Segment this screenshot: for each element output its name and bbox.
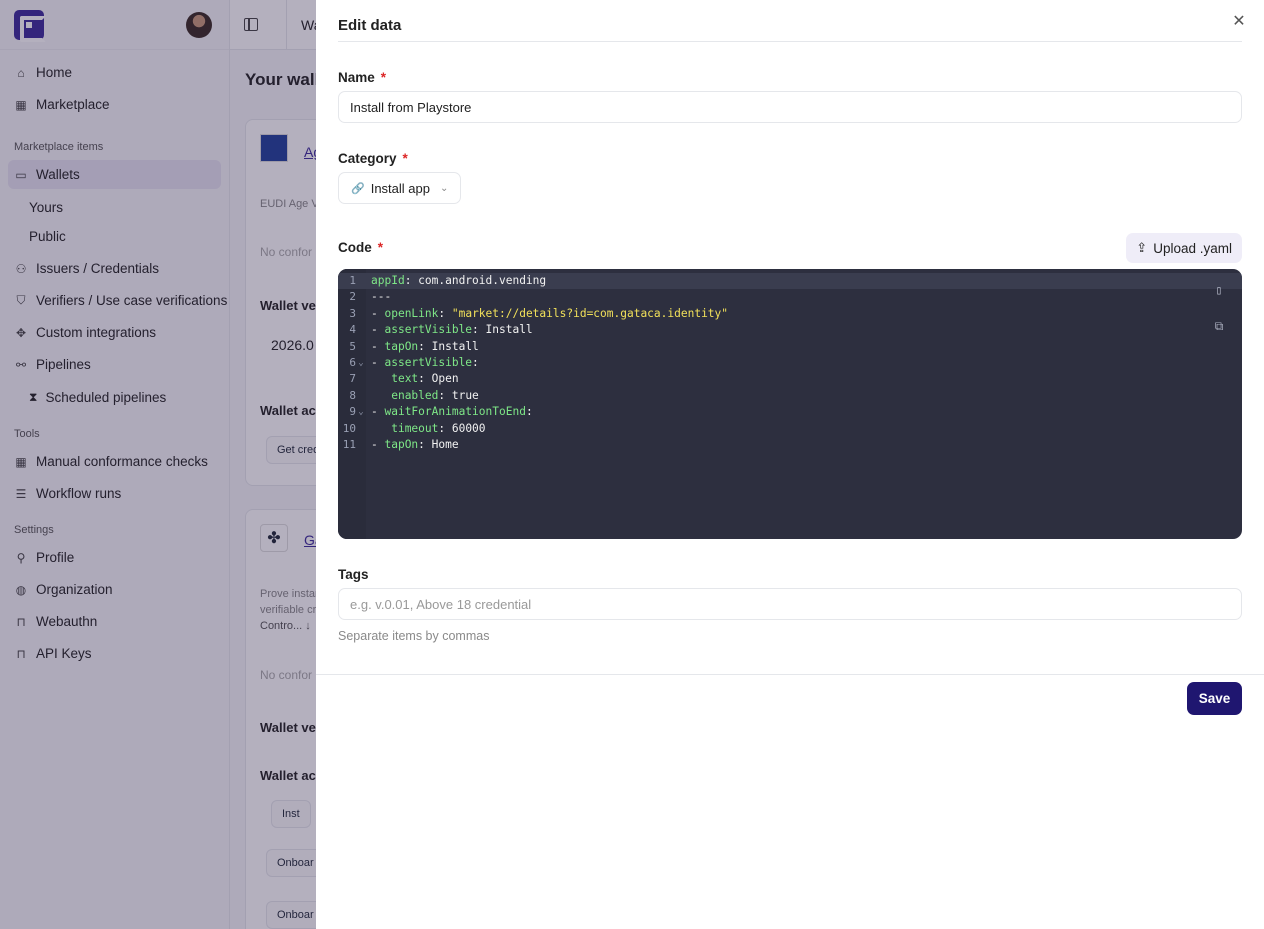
fold-chevron-icon[interactable]: ⌄ [356, 355, 366, 371]
code-text: timeout: 60000 [391, 421, 486, 435]
code-line: 1 appId: com.android.vending [338, 273, 1242, 290]
upload-icon: ⇪ [1136, 240, 1148, 255]
code-text: - tapOn: Install [371, 339, 479, 353]
field-label: Name [338, 70, 375, 85]
drawer-title: Edit data [338, 17, 402, 34]
fold-gutter [356, 306, 366, 322]
link-icon: 🔗 [351, 182, 365, 195]
fold-gutter [356, 322, 366, 338]
line-number: 3 [349, 306, 356, 320]
category-value: Install app [370, 180, 430, 196]
required-marker: * [380, 70, 387, 85]
fold-gutter [356, 273, 366, 289]
code-line: 8 enabled: true [338, 388, 1242, 404]
edit-data-drawer: Edit data ✕ Name * Category * 🔗 Install ap… [316, 0, 1264, 929]
code-editor[interactable]: 1 appId: com.android.vending 2 --- 3 - open… [338, 269, 1242, 539]
line-number: 10 [342, 421, 356, 435]
fold-gutter [356, 421, 366, 437]
category-label: Category * [338, 151, 408, 166]
code-text: - openLink: "market://details?id=com.gat… [371, 306, 729, 320]
line-number: 5 [349, 339, 356, 353]
line-number: 8 [349, 388, 356, 402]
code-line: 2 --- [338, 289, 1242, 305]
chevron-down-icon: ⌄ [439, 182, 449, 194]
code-label: Code * [338, 240, 383, 255]
line-number: 1 [349, 274, 356, 287]
code-line: 11 - tapOn: Home [338, 437, 1242, 453]
name-label: Name * [338, 70, 386, 85]
fold-gutter [356, 371, 366, 387]
line-number: 2 [349, 290, 356, 304]
modal-backdrop[interactable] [0, 0, 316, 929]
line-number: 6 [349, 356, 356, 369]
code-text: enabled: true [391, 388, 479, 402]
fold-gutter [356, 289, 366, 305]
upload-yaml-button[interactable]: ⇪ Upload .yaml [1126, 233, 1242, 263]
code-text: appId: com.android.vending [371, 274, 547, 287]
code-text: - assertVisible: [371, 356, 479, 369]
fold-gutter [356, 339, 366, 355]
divider [316, 674, 1264, 675]
required-marker: * [377, 240, 384, 255]
close-icon[interactable]: ✕ [1230, 12, 1248, 30]
fold-gutter [356, 388, 366, 404]
code-line: 5 - tapOn: Install [338, 339, 1242, 355]
clipboard-icon[interactable]: ▯ [1212, 283, 1226, 297]
tags-input[interactable] [338, 588, 1242, 620]
required-marker: * [402, 151, 408, 166]
tags-hint: Separate items by commas [338, 629, 490, 643]
category-select[interactable]: 🔗 Install app ⌄ [338, 172, 462, 204]
copy-icon[interactable]: ⧉ [1212, 319, 1226, 333]
divider [338, 41, 1242, 42]
line-number: 7 [349, 372, 356, 386]
code-line: 7 text: Open [338, 371, 1242, 387]
save-button[interactable]: Save [1187, 682, 1242, 715]
line-number: 11 [342, 438, 356, 451]
code-text: --- [371, 290, 392, 304]
tags-label: Tags [338, 567, 369, 582]
line-number: 4 [349, 323, 356, 337]
code-line: 9 ⌄ - waitForAnimationToEnd: [338, 404, 1242, 420]
code-line: 3 - openLink: "market://details?id=com.ga… [338, 306, 1242, 322]
upload-label: Upload .yaml [1153, 240, 1232, 256]
code-text: text: Open [391, 372, 459, 386]
name-input[interactable] [338, 91, 1242, 123]
code-line: 6 ⌄ - assertVisible: [338, 355, 1242, 371]
fold-chevron-icon[interactable]: ⌄ [356, 404, 366, 420]
field-label: Code [338, 240, 372, 255]
code-text: - assertVisible: Install [371, 323, 533, 337]
line-number: 9 [349, 405, 356, 419]
code-text: - tapOn: Home [371, 438, 459, 451]
field-label: Category [338, 151, 397, 166]
code-line: 10 timeout: 60000 [338, 421, 1242, 437]
code-text: - waitForAnimationToEnd: [371, 405, 533, 419]
fold-gutter [356, 437, 366, 453]
code-line: 4 - assertVisible: Install [338, 322, 1242, 338]
